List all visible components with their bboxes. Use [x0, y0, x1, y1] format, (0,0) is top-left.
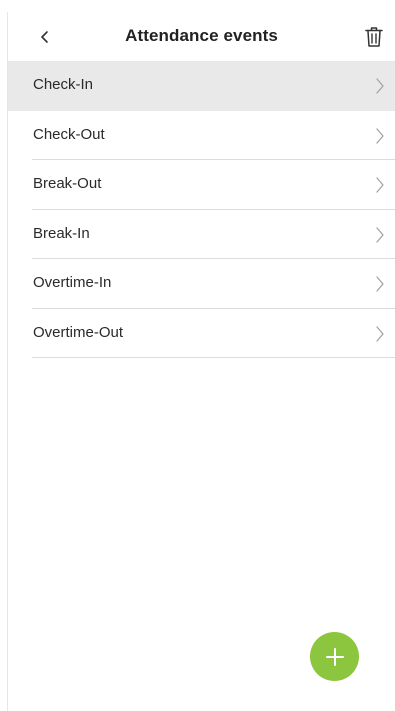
chevron-right-icon — [376, 78, 384, 94]
back-button[interactable] — [30, 22, 60, 52]
event-label: Check-Out — [33, 125, 105, 143]
chevron-right-icon — [376, 177, 384, 193]
delete-button[interactable] — [359, 22, 389, 52]
list-item[interactable]: Overtime-In — [8, 259, 395, 309]
events-list: Check-In Check-Out Break-Out Break-In Overti… — [8, 61, 395, 358]
row-divider — [32, 357, 395, 358]
event-label: Break-Out — [33, 175, 102, 192]
page-title: Attendance events — [125, 26, 278, 45]
event-label: Overtime-Out — [33, 323, 124, 341]
list-item[interactable]: Overtime-Out — [8, 309, 395, 358]
event-label: Break-In — [33, 224, 90, 242]
chevron-left-icon — [41, 31, 48, 43]
trash-icon — [365, 27, 383, 47]
list-item[interactable]: Break-In — [8, 210, 395, 259]
event-label: Check-In — [33, 76, 94, 93]
header-bar: Attendance events — [8, 12, 395, 61]
list-item[interactable]: Check-Out — [8, 111, 395, 160]
add-event-button[interactable] — [310, 632, 359, 681]
list-item[interactable]: Check-In — [8, 61, 395, 111]
chevron-right-icon — [376, 276, 384, 292]
attendance-events-screen: Attendance events Check-In Check-Out Break… — [8, 12, 395, 711]
plus-icon — [325, 647, 344, 666]
list-item[interactable]: Break-Out — [8, 160, 395, 210]
chevron-right-icon — [376, 127, 384, 144]
chevron-right-icon — [376, 325, 384, 342]
event-label: Overtime-In — [33, 274, 112, 291]
chevron-right-icon — [376, 226, 384, 243]
